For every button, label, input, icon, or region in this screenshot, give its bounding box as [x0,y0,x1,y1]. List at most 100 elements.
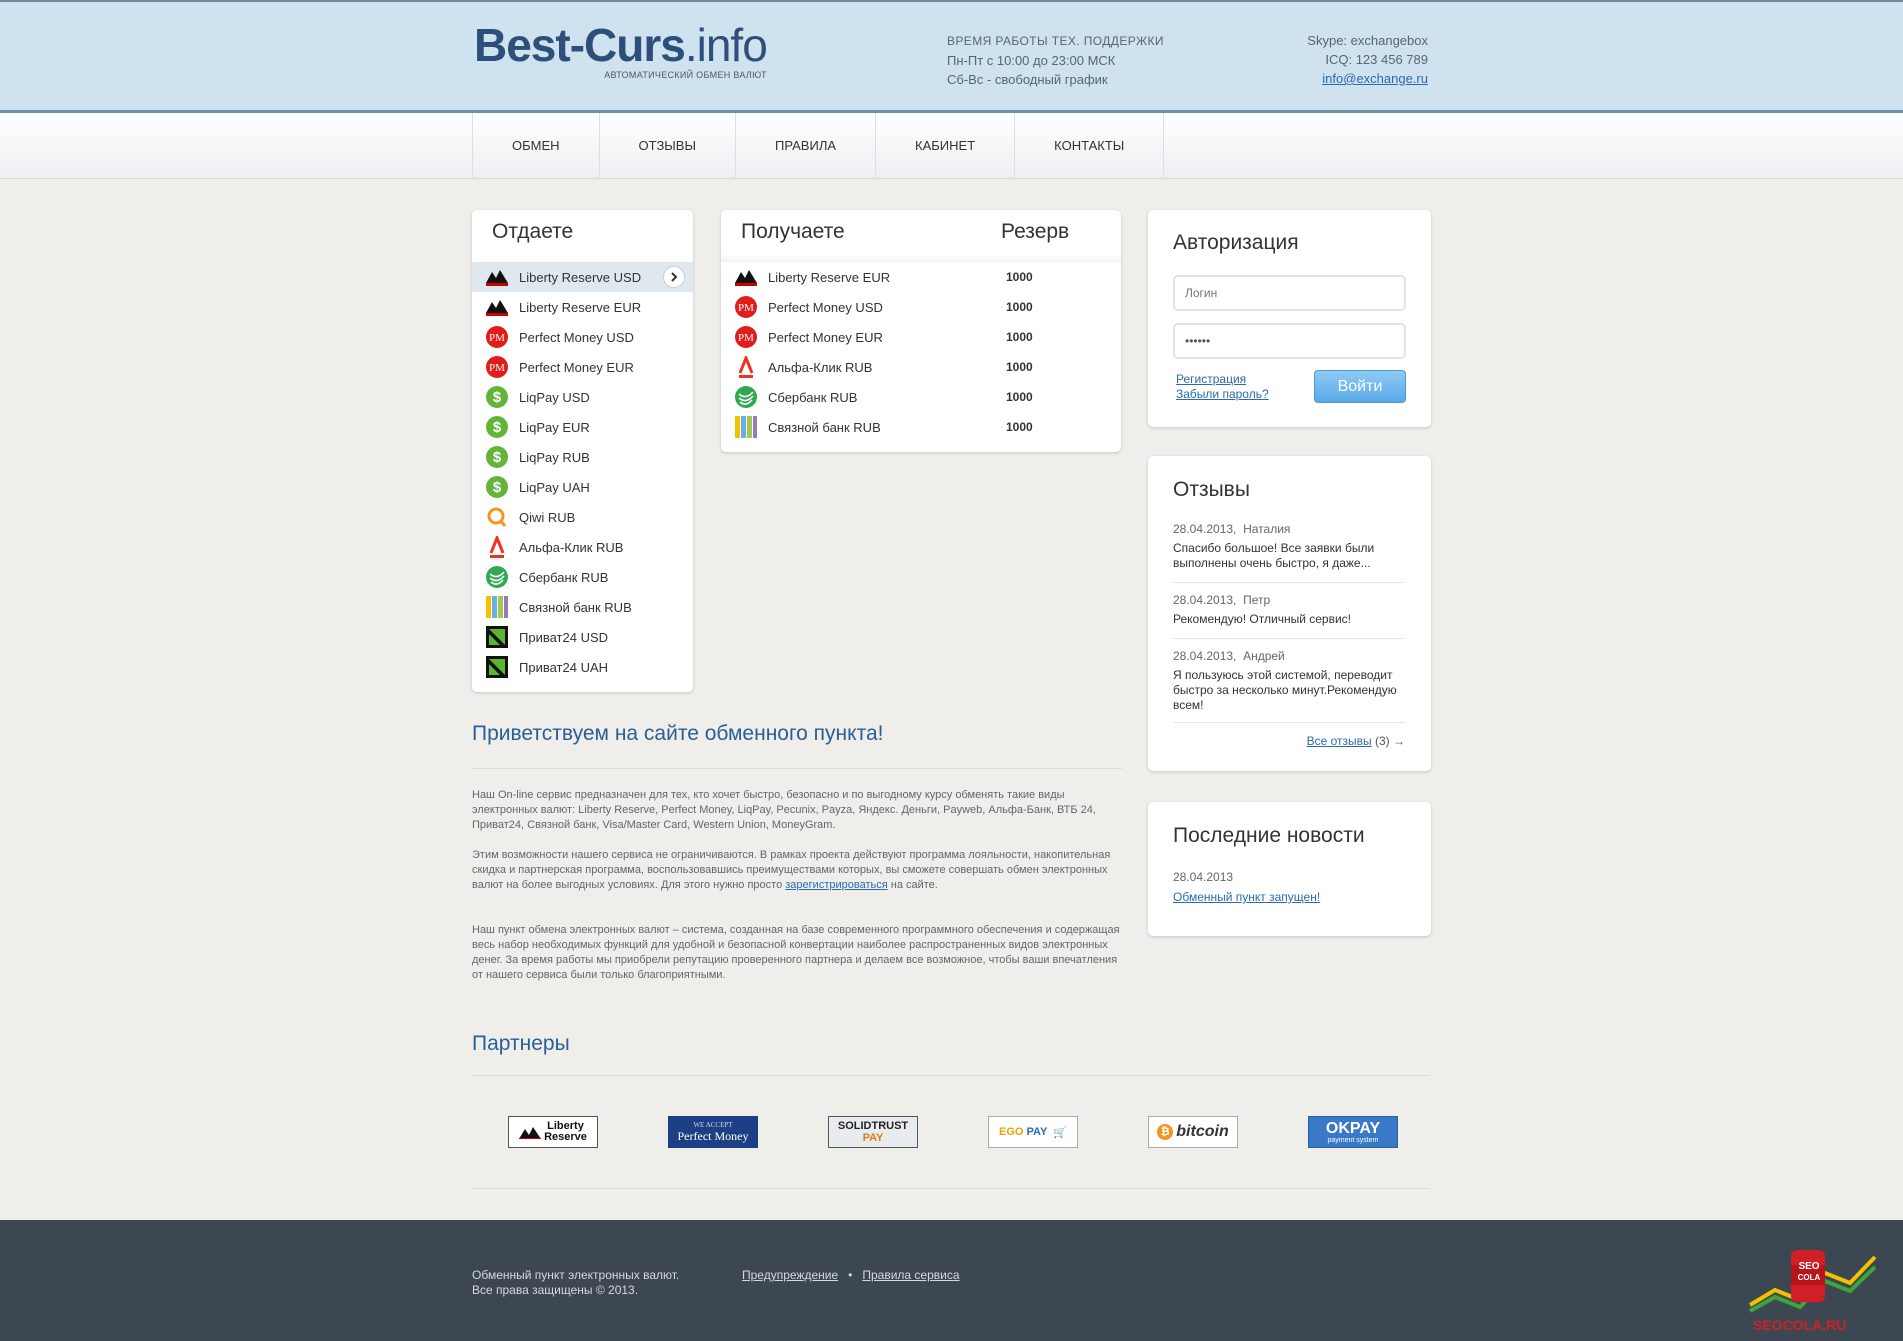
alfa-click-icon [735,356,757,378]
svg-text:$: $ [493,419,502,436]
receive-currency-item[interactable]: PM Perfect Money EUR 1000 [721,322,1121,352]
site-header: Best-Curs.info АВТОМАТИЧЕСКИЙ ОБМЕН ВАЛЮ… [0,0,1903,113]
svyaznoy-icon [735,416,757,438]
receive-currency-item[interactable]: Сбербанк RUB 1000 [721,382,1121,412]
currency-label: Приват24 UAH [519,659,609,675]
partner-solidtrust-pay[interactable]: SOLIDTRUST PAY [828,1116,918,1148]
about-paragraph: Наш пункт обмена электронных валют – сис… [472,924,1120,981]
intro-paragraph: Наш On-line сервис предназначен для тех,… [472,789,1096,831]
support-title: ВРЕМЯ РАБОТЫ ТЕХ. ПОДДЕРЖКИ [947,34,1164,48]
chevron-right-icon[interactable] [663,266,685,288]
news-title: Последние новости [1173,824,1365,847]
receive-currency-item[interactable]: Альфа-Клик RUB 1000 [721,352,1121,382]
give-currency-item[interactable]: $ LiqPay EUR [472,412,693,442]
footer-warning-link[interactable]: Предупреждение [742,1268,838,1282]
seo-top-text: SEO [1798,1261,1820,1272]
news-link[interactable]: Обменный пункт запущен! [1173,890,1320,904]
perfect-money-icon: PM [735,296,757,318]
reserve-amount: 1000 [1006,330,1033,344]
partner-line1: SOLIDTRUST [837,1120,909,1132]
seocola-logo[interactable]: SEO COLA SEOCOLA.RU [1745,1245,1880,1335]
partners-heading: Партнеры [472,1032,570,1055]
loyalty-paragraph: Этим возможности нашего сервиса не огран… [472,848,1122,893]
give-currency-item[interactable]: Альфа-Клик RUB [472,532,693,562]
give-panel: Отдаете Liberty Reserve USD Liberty Reser… [472,210,693,692]
forgot-password-link[interactable]: Забыли пароль? [1176,387,1269,401]
give-currency-item[interactable]: Сбербанк RUB [472,562,693,592]
give-currency-item[interactable]: Приват24 USD [472,622,693,652]
partner-bitcoin[interactable]: ₿ bitcoin [1148,1116,1238,1148]
svg-text:PM: PM [489,362,505,374]
register-inline-link[interactable]: зарегистрироваться [785,879,887,891]
privat24-icon [486,626,508,648]
liqpay-icon: $ [486,416,508,438]
currency-label: Perfect Money USD [768,299,883,315]
login-input[interactable] [1173,275,1406,311]
svg-text:$: $ [493,449,502,466]
site-footer: Обменный пункт электронных валют. Все пр… [0,1220,1903,1341]
partner-line2: Perfect Money [677,1128,749,1143]
liqpay-icon: $ [486,476,508,498]
nav-item-exchange[interactable]: ОБМЕН [473,113,600,179]
currency-label: Perfect Money EUR [768,329,883,345]
support-hours: ВРЕМЯ РАБОТЫ ТЕХ. ПОДДЕРЖКИ Пн-Пт с 10:0… [947,32,1164,89]
loyalty-text-end: на сайте. [887,879,938,891]
partner-egopay[interactable]: EGO PAY 🛒 [988,1116,1078,1148]
logo-tld-text: .info [684,19,768,71]
currency-label: Альфа-Клик RUB [768,359,873,375]
nav-item-rules[interactable]: ПРАВИЛА [736,113,877,179]
footer-dot: • [848,1268,853,1282]
login-button[interactable]: Войти [1314,370,1406,403]
password-input[interactable] [1173,323,1406,359]
currency-label: Perfect Money USD [519,329,634,345]
partner-okpay[interactable]: OKPAY payment system [1308,1116,1398,1148]
give-currency-item[interactable]: $ LiqPay USD [472,382,693,412]
reserve-amount: 1000 [1006,390,1033,404]
give-currency-item[interactable]: Liberty Reserve EUR [472,292,693,322]
partner-perfect-money[interactable]: WE ACCEPT Perfect Money [668,1116,758,1148]
all-reviews-link[interactable]: Все отзывы [1307,734,1372,748]
currency-label: LiqPay RUB [519,449,590,465]
give-currency-item[interactable]: Связной банк RUB [472,592,693,622]
liqpay-icon: $ [486,446,508,468]
receive-list: Liberty Reserve EUR 1000 PM Perfect Money U… [721,262,1121,442]
give-currency-item[interactable]: Liberty Reserve USD [472,262,693,292]
review-text: Я пользуюсь этой системой, переводит быс… [1173,668,1397,712]
liberty-reserve-icon [486,266,508,288]
svg-text:PM: PM [738,302,754,314]
partner-line1: WE ACCEPT [693,1120,733,1129]
perfect-money-icon: PM [735,326,757,348]
nav-item-cabinet[interactable]: КАБИНЕТ [876,113,1016,179]
give-currency-item[interactable]: PM Perfect Money USD [472,322,693,352]
nav-item-contacts[interactable]: КОНТАКТЫ [1015,113,1165,179]
bitcoin-icon: ₿ [1157,1124,1174,1140]
review-date: 28.04.2013, [1173,593,1237,607]
email-link[interactable]: info@exchange.ru [1322,71,1428,86]
partner-line2: PAY [862,1132,884,1144]
review-date: 28.04.2013, [1173,649,1237,663]
currency-label: LiqPay UAH [519,479,590,495]
nav-item-reviews[interactable]: ОТЗЫВЫ [600,113,736,179]
logo-subtitle: АВТОМАТИЧЕСКИЙ ОБМЕН ВАЛЮТ [604,70,767,80]
news-date: 28.04.2013 [1173,870,1234,884]
give-currency-item[interactable]: Приват24 UAH [472,652,693,682]
give-currency-item[interactable]: PM Perfect Money EUR [472,352,693,382]
site-logo[interactable]: Best-Curs.info АВТОМАТИЧЕСКИЙ ОБМЕН ВАЛЮ… [474,19,768,80]
review-author: Андрей [1243,649,1285,663]
footer-links: Предупреждение • Правила сервиса [742,1268,960,1282]
footer-rules-link[interactable]: Правила сервиса [862,1268,959,1282]
receive-currency-item[interactable]: Liberty Reserve EUR 1000 [721,262,1121,292]
partner-line2: PAY [1026,1126,1048,1138]
liberty-reserve-icon [519,1127,542,1139]
give-currency-item[interactable]: $ LiqPay RUB [472,442,693,472]
support-weekend: Сб-Вс - свободный график [947,72,1108,87]
receive-currency-item[interactable]: PM Perfect Money USD 1000 [721,292,1121,322]
perfect-money-icon: PM [486,326,508,348]
receive-currency-item[interactable]: Связной банк RUB 1000 [721,412,1121,442]
liqpay-icon: $ [486,386,508,408]
give-currency-item[interactable]: Qiwi RUB [472,502,693,532]
register-link[interactable]: Регистрация [1176,372,1246,386]
give-currency-item[interactable]: $ LiqPay UAH [472,472,693,502]
partner-liberty-reserve[interactable]: Liberty Reserve [508,1116,598,1148]
currency-label: Связной банк RUB [768,419,881,435]
